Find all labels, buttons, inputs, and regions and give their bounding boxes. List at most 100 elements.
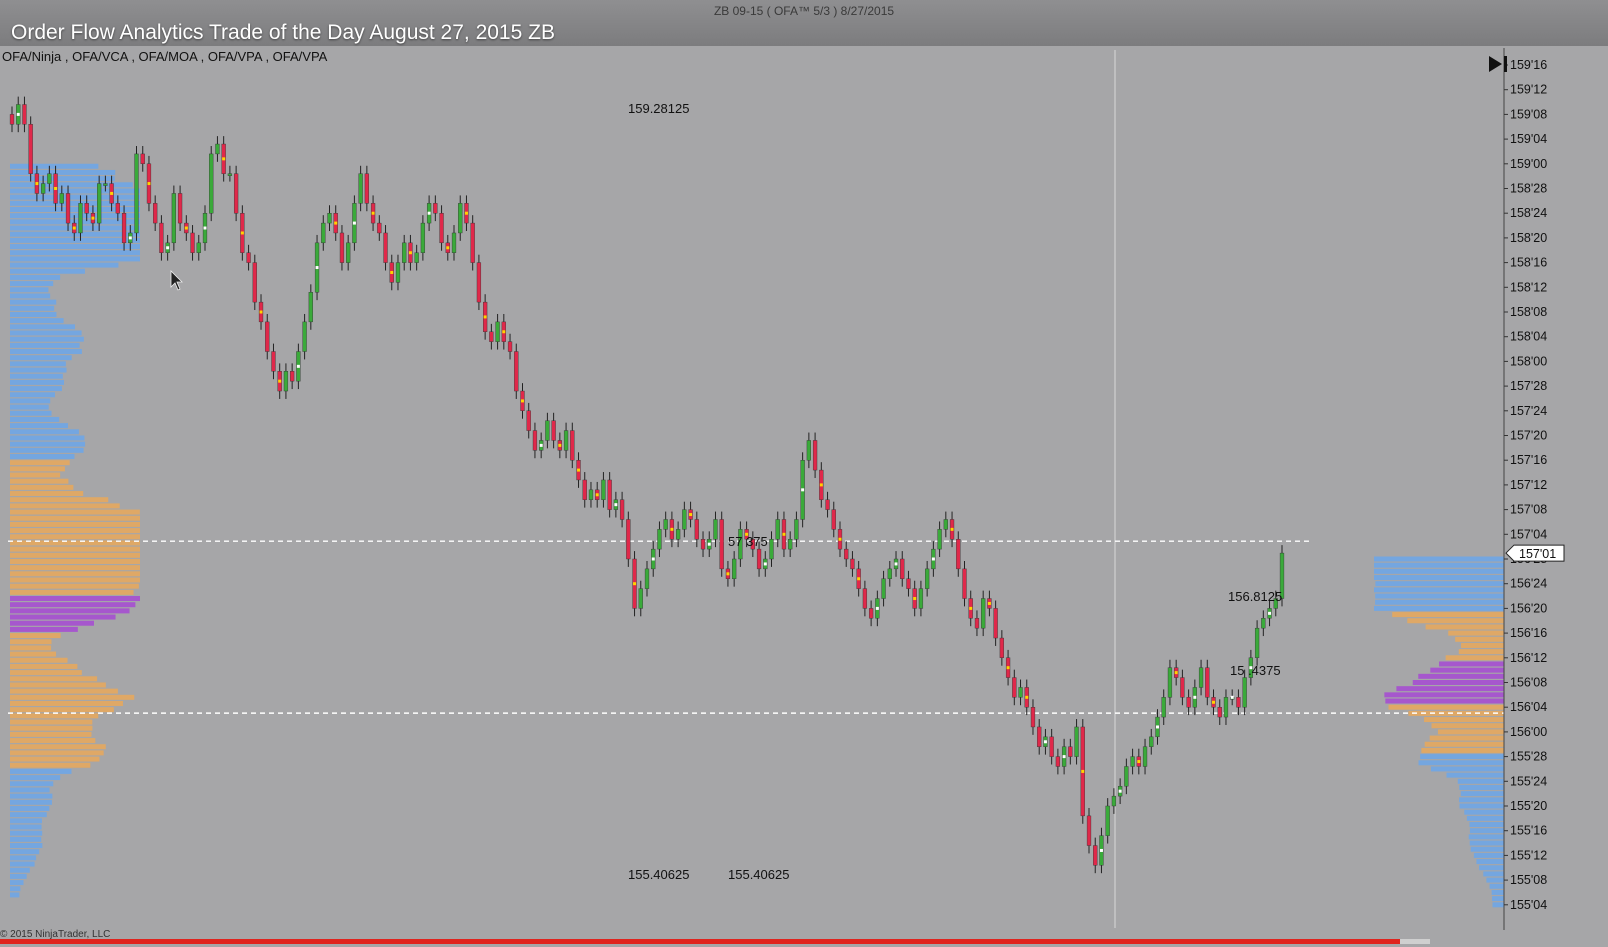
candle-body	[588, 489, 594, 500]
candle-body	[675, 529, 681, 540]
candle-marker	[1062, 755, 1066, 759]
candle-body	[196, 242, 201, 253]
candle-body	[844, 548, 849, 560]
volume-profile-bar	[10, 700, 123, 706]
volume-profile-bar	[10, 330, 82, 336]
volume-profile-bar	[10, 639, 52, 645]
candle-body	[1124, 766, 1129, 787]
volume-profile-bar	[10, 521, 140, 527]
axis-tick-label: 157'28	[1510, 379, 1547, 393]
volume-profile-bar	[10, 577, 140, 583]
axis-tick-label: 157'12	[1510, 478, 1547, 492]
volume-profile-bar	[10, 892, 20, 898]
candle-marker	[128, 236, 132, 240]
axis-tick-label: 159'04	[1510, 132, 1547, 146]
candle-body	[78, 203, 83, 234]
volume-profile-bar	[10, 781, 54, 787]
volume-profile-bar	[1466, 815, 1504, 821]
volume-profile-bar	[10, 589, 134, 595]
volume-profile-bar	[1418, 673, 1504, 679]
candle-marker	[1025, 695, 1029, 699]
candle-body	[190, 232, 195, 253]
volume-profile-bar	[1476, 859, 1504, 865]
volume-profile-bar	[10, 676, 98, 682]
volume-profile-bar	[1446, 772, 1504, 778]
volume-profile-bar	[10, 503, 120, 509]
candle-marker	[502, 330, 506, 334]
candle-marker	[577, 468, 581, 472]
volume-profile-bar	[1437, 729, 1504, 735]
volume-profile-right	[1374, 556, 1504, 908]
volume-profile-bar	[10, 169, 116, 175]
candle-body	[918, 588, 924, 609]
candle-body	[476, 262, 482, 303]
volume-profile-bar	[10, 880, 24, 886]
volume-profile-bar	[10, 694, 135, 700]
volume-profile-bar	[10, 805, 50, 811]
axis-tick-label: 155'28	[1510, 750, 1547, 764]
volume-profile-bar	[10, 830, 43, 836]
candle-body	[1074, 726, 1079, 757]
video-progress-bar[interactable]	[0, 939, 1400, 944]
volume-profile-bar	[1374, 587, 1504, 593]
axis-tick-label: 156'04	[1510, 700, 1547, 714]
volume-profile-bar	[10, 614, 116, 620]
candle-body	[937, 529, 942, 550]
axis-tick-label: 159'16	[1510, 58, 1547, 72]
volume-profile-bar	[10, 583, 139, 589]
candle-marker	[296, 364, 300, 368]
candle-body	[551, 420, 556, 441]
candle-body	[265, 321, 270, 352]
axis-tick-label: 155'12	[1510, 848, 1547, 862]
price-annotation: 159.28125	[628, 101, 689, 116]
volume-profile-bar	[10, 750, 104, 756]
volume-profile-bar	[1431, 723, 1504, 729]
candle-marker	[483, 315, 487, 319]
axis-tick-label: 156'24	[1510, 577, 1547, 591]
volume-profile-bar	[1418, 760, 1504, 766]
candle-body	[364, 173, 369, 204]
volume-profile-bar	[1445, 655, 1504, 661]
candle-marker	[950, 527, 954, 531]
volume-profile-bar	[10, 182, 133, 188]
candle-body	[788, 539, 793, 550]
volume-profile-bar	[10, 466, 65, 472]
candle-body	[1049, 736, 1054, 757]
candle-marker	[987, 601, 991, 605]
volume-profile-bar	[10, 213, 140, 219]
volume-profile-bar	[10, 645, 52, 651]
candle-marker	[390, 270, 394, 274]
candle-body	[974, 618, 980, 629]
candle-marker	[969, 606, 973, 610]
volume-profile-bar	[10, 429, 79, 435]
candle-marker	[240, 231, 244, 235]
candle-body	[638, 588, 643, 609]
candle-marker	[875, 606, 879, 610]
skip-to-end-icon[interactable]	[1488, 54, 1510, 74]
candle-body	[1142, 746, 1148, 767]
volume-profile-bar	[10, 744, 106, 750]
volume-profile-bar	[10, 478, 69, 484]
candle-body	[663, 519, 668, 530]
candle-body	[134, 153, 139, 234]
candle-body	[1037, 726, 1042, 747]
candle-body	[246, 252, 251, 263]
candlestick-chart[interactable]: 159.28125 155.40625 155.40625 57 375 156.812…	[0, 0, 1608, 947]
volume-profile-bar	[1469, 828, 1504, 834]
volume-profile-bar	[10, 250, 140, 256]
candle-body	[209, 153, 214, 214]
volume-profile-bar	[1396, 686, 1504, 692]
volume-profile-bar	[10, 484, 74, 490]
candle-marker	[259, 310, 263, 314]
candle-marker	[334, 221, 338, 225]
candle-marker	[408, 251, 412, 255]
candle-body	[1093, 845, 1098, 866]
volume-profile-bar	[10, 682, 106, 688]
candle-marker	[633, 582, 637, 586]
candle-marker	[1212, 700, 1216, 704]
candle-body	[806, 440, 811, 461]
candle-body	[47, 173, 52, 184]
candle-body	[1055, 756, 1061, 767]
price-annotations: 159.28125 155.40625 155.40625 57 375 156.812…	[628, 101, 1282, 882]
volume-profile-bar	[10, 861, 35, 867]
